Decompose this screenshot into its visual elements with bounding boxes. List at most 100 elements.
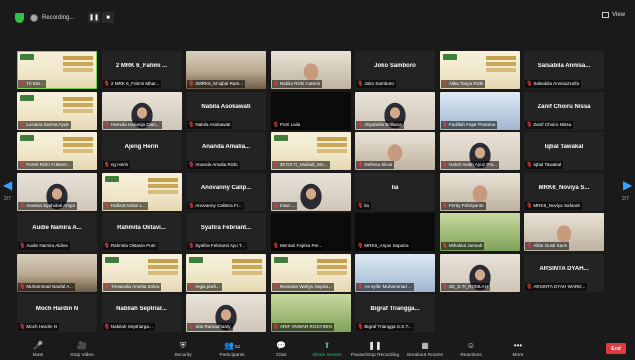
- participant-tile[interactable]: 🎙 20 D3 TI_Muliadi_MA...: [270, 132, 351, 170]
- participant-display-name: Iqbal Tawakal: [544, 144, 584, 150]
- participant-name-label: 🎙 20 D3 TI_Muliadi_MA...: [271, 161, 330, 169]
- participant-name-label: 🎙 lia: [356, 201, 371, 210]
- breakout-rooms-button[interactable]: ▦ Breakout Rooms: [405, 341, 445, 358]
- participant-name-text: Aliyabella Brilliana: [364, 121, 402, 127]
- participant-tile[interactable]: 🎙 Galuh Indah Ayuz Pra...: [439, 132, 520, 170]
- participant-tile[interactable]: 🎙 Novanita Wahyu Sepria...: [270, 253, 351, 292]
- participant-tile[interactable]: Zanif Choiru Nissa 🎙 Zanif Choiru Nissa: [524, 91, 604, 130]
- mute-button[interactable]: 🎤 Mute: [18, 341, 58, 358]
- participants-button[interactable]: 👥52 Participants: [212, 341, 252, 358]
- participant-tile[interactable]: Ajeng Herin 🎙 ng Herin: [101, 132, 182, 170]
- muted-microphone-icon: 🎙: [441, 81, 448, 87]
- participant-tile[interactable]: 🎙 As syifa' Muhammad ...: [355, 253, 435, 292]
- participant-tile[interactable]: 🎙 regia prafi...: [186, 253, 266, 292]
- end-meeting-button[interactable]: End: [606, 343, 626, 354]
- participant-name-text: Tri Elvi...: [26, 81, 45, 86]
- mute-label: Mute: [32, 353, 44, 358]
- participant-tile[interactable]: 🎙 Sita Ramadhanty: [186, 294, 266, 332]
- chat-button[interactable]: 💬 Chat: [261, 341, 301, 358]
- participant-tile[interactable]: ARSINTA DYAH... 🎙 ARSINTA DYAH WARD...: [524, 253, 604, 292]
- participant-tile[interactable]: Syafira Febriant... 🎙 Syafira Febrianti Ay…: [186, 213, 266, 251]
- participant-tile[interactable]: Moch Hardin N 🎙 Moch Hardin N: [17, 294, 97, 332]
- participant-tile[interactable]: 🎙 Tri Elvi...: [17, 51, 97, 89]
- participant-tile[interactable]: 🎙 Aliyabella Brilliana: [355, 91, 435, 130]
- participant-tile[interactable]: Joko Samboro 🎙 Joko Samboro: [355, 51, 435, 89]
- participant-tile[interactable]: 🎙 Nabila Rizki Caterin: [270, 51, 351, 89]
- previous-page-arrow[interactable]: ◀: [3, 178, 12, 192]
- participant-tile[interactable]: 🎙 ARIF ANWAR ROSYIDIN: [270, 294, 351, 332]
- participant-tile[interactable]: 🎙 Putri Laila: [270, 91, 351, 130]
- muted-microphone-icon: 🎙: [526, 81, 533, 87]
- participant-name-label: 🎙 ARIF ANWAR ROSYIDIN: [271, 323, 334, 331]
- participant-name-label: 🎙 ARSINTA DYAH WARD...: [525, 282, 588, 291]
- pause-recording-button[interactable]: ❚❚ Pause/Stop Recording: [351, 341, 399, 358]
- participant-tile[interactable]: 🎙 Defisna Silvia: [355, 132, 435, 170]
- share-screen-button[interactable]: ⬆ Share Screen: [307, 341, 347, 358]
- participant-name-label: 🎙 Nabilah Septriarga...: [102, 323, 155, 331]
- participant-name-text: Alkie Gusti Karin: [533, 243, 568, 248]
- participant-name-label: 🎙 2MRK6_M.Iqbal Ram...: [187, 80, 246, 88]
- participant-tile[interactable]: 2 MRK 6_Fahmi ... 🎙 2 MRK 6_Fahmi Mbar...: [101, 51, 182, 89]
- participant-display-name: MRK6_Noviya S...: [538, 184, 590, 191]
- participant-tile[interactable]: 🎙 Farrel Rizki Al Bann...: [17, 132, 97, 170]
- muted-microphone-icon: 🎙: [441, 243, 448, 249]
- participant-name-label: 🎙 Tri Elvi...: [18, 80, 47, 88]
- participant-tile[interactable]: 🎙 Muhammad Naufal A...: [17, 253, 97, 292]
- participant-tile[interactable]: 🎙 Alkie Gusti Karin: [524, 213, 604, 251]
- participant-tile[interactable]: 🎙 2MRK6_M.Iqbal Ram...: [186, 51, 266, 89]
- participant-tile[interactable]: 🎙 Hamida Harianja Dian...: [101, 91, 182, 130]
- security-button[interactable]: ⛨ Security: [163, 341, 203, 358]
- participant-tile[interactable]: Bigraf Triangga... 🎙 Bigraf Triangga S.S.T…: [355, 294, 435, 332]
- participant-tile[interactable]: 🎙 Fadillah Fajar Pratama: [439, 91, 520, 130]
- participant-tile[interactable]: 🎙 Mentari Fajrisa Per...: [270, 213, 351, 251]
- participant-display-name: Audie Namira A...: [32, 225, 82, 231]
- participant-name-text: Iqbal Tawakal: [533, 162, 562, 167]
- participant-display-name: Ananda Amalia...: [201, 144, 251, 150]
- participant-tile[interactable]: Rahmita Oktavi... 🎙 Rahmita Oktavia Putri: [101, 213, 182, 251]
- muted-microphone-icon: 🎙: [19, 243, 26, 249]
- stop-video-button[interactable]: 🎥 Stop Video: [62, 341, 102, 358]
- reactions-button[interactable]: ☺ Reactions: [451, 341, 491, 358]
- participant-tile[interactable]: lia 🎙 lia: [355, 172, 435, 211]
- recording-dot-icon: [30, 14, 38, 22]
- participant-name-text: Ferdy Febriyanto: [448, 202, 484, 208]
- participant-tile[interactable]: 🎙 Alika Tasya Rizki: [439, 51, 520, 89]
- smile-icon: ☺: [466, 341, 476, 350]
- participant-tile[interactable]: 🎙 Ferdy Febriyanto: [439, 172, 520, 211]
- participant-name-label: 🎙 Hafizal Anhar L...: [102, 201, 148, 210]
- participant-tile[interactable]: 🎙 Hafizal Anhar L...: [101, 172, 182, 211]
- view-button[interactable]: View: [602, 12, 625, 18]
- next-page-arrow[interactable]: ▶: [623, 178, 632, 192]
- participant-tile[interactable]: 🎙 Tresandia Amelia Zahra: [101, 253, 182, 292]
- participant-tile[interactable]: Ananda Amalia... 🎙 Ananda Amalia Rizki: [186, 132, 266, 170]
- pause-recording-icon[interactable]: ❚❚: [88, 12, 100, 23]
- participant-tile[interactable]: MRK6_Noviya S... 🎙 MRK6_Noviya Safarah: [524, 172, 604, 211]
- participant-name-label: 🎙 Mihaktul Jannah: [440, 242, 485, 250]
- view-grid-icon: [602, 12, 610, 18]
- page-indicator-left: 2/7: [4, 196, 11, 202]
- participant-tile[interactable]: 🎙 Intan ...: [270, 172, 351, 211]
- participant-display-name: Syafira Febriant...: [200, 225, 252, 231]
- participant-name-text: As syifa' Muhammad ...: [364, 283, 412, 289]
- participant-tile[interactable]: 🎙 Mihaktul Jannah: [439, 213, 520, 251]
- muted-microphone-icon: 🎙: [188, 121, 195, 128]
- participant-name-text: Fadillah Fajar Pratama: [448, 121, 496, 127]
- participant-tile[interactable]: Audie Namira A... 🎙 Audie Namira Aldiva: [17, 213, 97, 251]
- more-button[interactable]: ••• More: [498, 341, 538, 358]
- participant-tile[interactable]: Salsabila Annisa... 🎙 Salsabila Annisazzul…: [524, 51, 604, 89]
- participant-tile[interactable]: Nabila Asokawati 🎙 Nabila Asokawati: [186, 91, 266, 130]
- muted-microphone-icon: 🎙: [272, 202, 279, 209]
- participant-tile[interactable]: Iqbal Tawakal 🎙 Iqbal Tawakal: [524, 132, 604, 170]
- participant-name-label: 🎙 Audie Namira Aldiva: [18, 242, 70, 250]
- stop-recording-icon[interactable]: ■: [102, 12, 114, 23]
- participant-tile[interactable]: 🎙 Luciana Darma Ayuk: [17, 91, 97, 130]
- participant-tile[interactable]: Anovanny Calip... 🎙 Anovanny Calistra Fr..…: [186, 172, 266, 211]
- participant-tile[interactable]: 🎙 2D_S.TI_ROMLAH: [439, 253, 520, 292]
- participant-tile[interactable]: 🎙 MRK6_Anjas Saputra: [355, 213, 435, 251]
- participant-name-text: Zanif Choiru Nissa: [533, 121, 572, 127]
- participant-tile[interactable]: 🎙 Aneesa Syahidati Amya: [17, 172, 97, 211]
- muted-microphone-icon: 🎙: [441, 121, 448, 128]
- recording-text: Recording...: [42, 15, 75, 21]
- muted-microphone-icon: 🎙: [526, 121, 533, 128]
- participant-tile[interactable]: Nabilah Septriar... 🎙 Nabilah Septriarga..…: [101, 294, 182, 332]
